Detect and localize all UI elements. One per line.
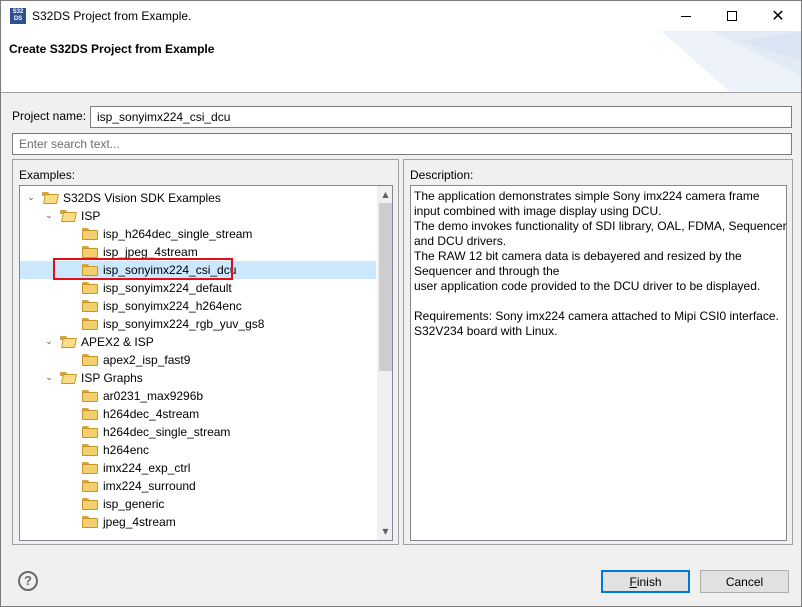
examples-panel: Examples: jpeg_4stream isp_generic imx224_… xyxy=(12,159,399,545)
folder-open-icon xyxy=(60,210,78,222)
description-line: The application demonstrates simple Sony… xyxy=(414,189,760,203)
tree-item-label: jpeg_4stream xyxy=(103,515,176,529)
tree-item-label: S32DS Vision SDK Examples xyxy=(63,191,221,205)
project-folder-icon xyxy=(82,516,98,528)
description-line: user application code provided to the DC… xyxy=(414,279,761,293)
tree-item-label: isp_h264dec_single_stream xyxy=(103,227,253,241)
close-icon: ✕ xyxy=(771,6,785,25)
scroll-up-icon[interactable]: ▲ xyxy=(377,186,392,203)
help-button[interactable]: ? xyxy=(18,571,38,591)
folder-open-icon xyxy=(42,192,60,204)
finish-mnemonic: F xyxy=(629,574,637,589)
tree-project-item[interactable]: jpeg_4stream xyxy=(20,513,376,531)
tree-item-label: APEX2 & ISP xyxy=(81,335,154,349)
description-label: Description: xyxy=(410,168,474,182)
tree-scrollbar[interactable]: ▲ ▼ xyxy=(377,186,392,540)
description-line xyxy=(414,294,783,309)
project-folder-icon xyxy=(82,498,98,510)
project-folder-icon xyxy=(82,300,98,312)
tree-item-label: isp_sonyimx224_default xyxy=(103,281,232,295)
examples-tree[interactable]: jpeg_4stream isp_generic imx224_surround im… xyxy=(19,185,393,541)
wizard-header: Create S32DS Project from Example xyxy=(1,31,801,93)
project-folder-icon xyxy=(82,480,98,492)
tree-item-label: h264enc xyxy=(103,443,150,457)
chevron-down-icon[interactable]: ⌄ xyxy=(44,369,54,387)
tree-project-item[interactable]: h264enc xyxy=(20,441,376,459)
finish-button[interactable]: Finish xyxy=(601,570,690,593)
tree-project-item[interactable]: isp_h264dec_single_stream xyxy=(20,225,376,243)
tree-item-label: imx224_surround xyxy=(103,479,196,493)
maximize-icon xyxy=(727,11,737,21)
s32ds-app-icon: S32 DS xyxy=(10,8,26,24)
tree-item-label: isp_generic xyxy=(103,497,165,511)
examples-label: Examples: xyxy=(19,168,76,182)
close-button[interactable]: ✕ xyxy=(755,1,801,31)
minimize-button[interactable] xyxy=(663,1,709,31)
chevron-down-icon[interactable]: ⌄ xyxy=(26,189,36,207)
project-folder-icon xyxy=(82,444,98,456)
tree-item-label: h264dec_single_stream xyxy=(103,425,231,439)
folder-open-icon xyxy=(60,372,78,384)
description-line: The RAW 12 bit camera data is debayered … xyxy=(414,249,742,263)
tree-project-item[interactable]: h264dec_single_stream xyxy=(20,423,376,441)
scroll-down-icon[interactable]: ▼ xyxy=(377,523,392,540)
tree-item-label: imx224_exp_ctrl xyxy=(103,461,191,475)
tree-item-label: ISP Graphs xyxy=(81,371,143,385)
tree-project-item[interactable]: apex2_isp_fast9 xyxy=(20,351,376,369)
project-folder-icon xyxy=(82,228,98,240)
tree-item-label: ar0231_max9296b xyxy=(103,389,204,403)
tree-project-item[interactable]: isp_sonyimx224_h264enc xyxy=(20,297,376,315)
minimize-icon xyxy=(681,15,691,17)
search-input[interactable] xyxy=(12,133,792,155)
project-folder-icon xyxy=(82,354,98,366)
title-bar[interactable]: S32 DS S32DS Project from Example. ✕ xyxy=(1,1,801,31)
tree-item-label: isp_sonyimx224_rgb_yuv_gs8 xyxy=(103,317,265,331)
help-icon: ? xyxy=(24,573,32,588)
tree-item-label: apex2_isp_fast9 xyxy=(103,353,191,367)
selection-callout xyxy=(53,258,233,280)
description-line: and DCU drivers. xyxy=(414,234,507,248)
project-folder-icon xyxy=(82,390,98,402)
project-folder-icon xyxy=(82,318,98,330)
chevron-down-icon[interactable]: ⌄ xyxy=(44,333,54,351)
project-name-input[interactable] xyxy=(90,106,792,128)
maximize-button[interactable] xyxy=(709,1,755,31)
tree-project-item[interactable]: isp_sonyimx224_rgb_yuv_gs8 xyxy=(20,315,376,333)
description-line: Requirements: Sony imx224 camera attache… xyxy=(414,309,779,323)
finish-label: inish xyxy=(636,574,662,589)
tree-project-item[interactable]: imx224_exp_ctrl xyxy=(20,459,376,477)
tree-folder-item[interactable]: ⌄ APEX2 & ISP xyxy=(20,333,376,351)
scroll-thumb[interactable] xyxy=(379,203,392,371)
tree-folder-item[interactable]: ⌄ ISP Graphs xyxy=(20,369,376,387)
description-line: The demo invokes functionality of SDI li… xyxy=(414,219,787,233)
tree-item-label: h264dec_4stream xyxy=(103,407,200,421)
project-folder-icon xyxy=(82,246,98,258)
project-folder-icon xyxy=(82,408,98,420)
project-folder-icon xyxy=(82,462,98,474)
wizard-title: Create S32DS Project from Example xyxy=(9,42,215,56)
description-panel: Description: The application demonstrate… xyxy=(403,159,793,545)
description-text: The application demonstrates simple Sony… xyxy=(410,185,787,541)
window-title: S32DS Project from Example. xyxy=(32,9,192,23)
header-decoration xyxy=(661,31,801,92)
tree-project-item[interactable]: h264dec_4stream xyxy=(20,405,376,423)
chevron-down-icon[interactable]: ⌄ xyxy=(44,207,54,225)
cancel-button[interactable]: Cancel xyxy=(700,570,789,593)
tree-folder-item[interactable]: ⌄ S32DS Vision SDK Examples xyxy=(20,189,376,207)
dialog-window: S32 DS S32DS Project from Example. ✕ Cre… xyxy=(0,0,802,607)
tree-item-label: isp_sonyimx224_h264enc xyxy=(103,299,242,313)
project-folder-icon xyxy=(82,282,98,294)
project-name-label: Project name: xyxy=(12,109,87,123)
tree-project-item[interactable]: isp_generic xyxy=(20,495,376,513)
description-line: S32V234 board with Linux. xyxy=(414,324,558,338)
description-line: input combined with image display using … xyxy=(414,204,662,218)
folder-open-icon xyxy=(60,336,78,348)
tree-folder-item[interactable]: ⌄ ISP xyxy=(20,207,376,225)
description-line: Sequencer and through the xyxy=(414,264,560,278)
tree-item-label: ISP xyxy=(81,209,101,223)
tree-project-item[interactable]: ar0231_max9296b xyxy=(20,387,376,405)
tree-project-item[interactable]: imx224_surround xyxy=(20,477,376,495)
project-folder-icon xyxy=(82,426,98,438)
tree-project-item[interactable]: isp_sonyimx224_default xyxy=(20,279,376,297)
